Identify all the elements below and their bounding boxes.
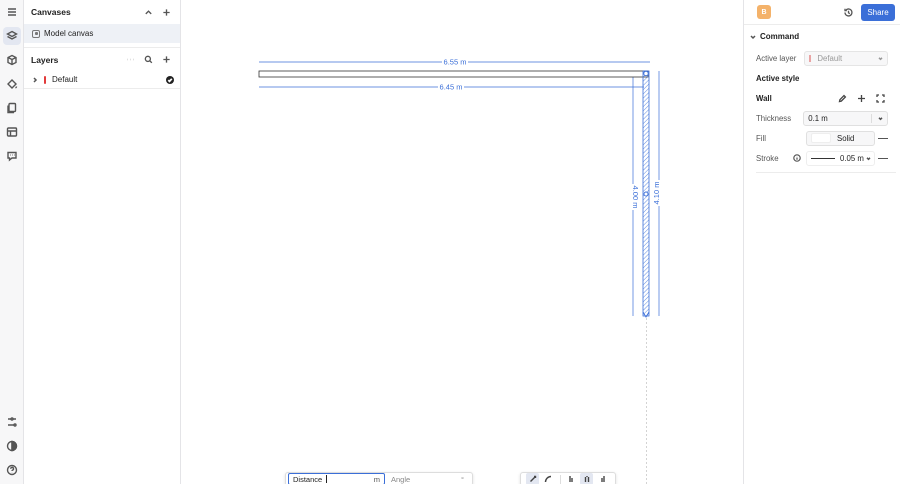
drawing-toolbar	[520, 472, 616, 484]
chevron-down-icon[interactable]	[878, 114, 883, 123]
canvases-header: Canvases	[24, 0, 180, 24]
wall-endpoint-top	[643, 70, 649, 77]
chevron-down-icon	[878, 54, 883, 63]
arc-tool-icon[interactable]	[541, 473, 554, 484]
right-inner-dimension-label: 4.00 m	[631, 186, 640, 209]
layers-header: Layers	[24, 47, 180, 71]
angle-label: Angle	[391, 474, 411, 484]
angle-unit: °	[461, 474, 464, 484]
fill-label: Fill	[756, 133, 766, 143]
pages-icon[interactable]	[3, 99, 21, 117]
canvas-item-label: Model canvas	[44, 29, 94, 38]
layer-label: Default	[52, 75, 78, 84]
dropdown-divider	[871, 113, 872, 123]
active-layer-value: Default	[817, 53, 843, 63]
chevron-down-icon[interactable]	[748, 34, 758, 40]
add-layer-icon[interactable]	[159, 53, 173, 67]
menu-icon[interactable]	[3, 3, 21, 21]
fill-select[interactable]: Solid	[806, 130, 875, 146]
add-style-icon[interactable]	[853, 91, 869, 105]
thickness-input[interactable]: 0.1 m	[803, 110, 888, 126]
command-title: Command	[760, 32, 800, 41]
fill-color-swatch[interactable]	[811, 133, 831, 143]
thickness-value: 0.1 m	[808, 113, 828, 123]
layer-color-swatch	[44, 75, 46, 84]
active-style-label: Active style	[756, 73, 800, 83]
top-inner-dimension-label: 6.45 m	[440, 83, 463, 92]
chevron-right-icon[interactable]	[30, 76, 40, 83]
canvas-icon	[32, 29, 40, 38]
icon-rail	[0, 0, 24, 484]
active-layer-label: Active layer	[756, 53, 797, 63]
layers-rail-icon[interactable]	[3, 27, 21, 45]
text-caret	[326, 475, 328, 483]
top-bar: B Share	[744, 0, 900, 24]
edit-style-icon[interactable]	[834, 91, 850, 105]
remove-stroke-icon[interactable]	[878, 157, 888, 159]
history-icon[interactable]	[841, 5, 855, 19]
wall-left-icon[interactable]	[565, 473, 578, 484]
stroke-line-preview	[811, 157, 835, 159]
wall-label: Wall	[756, 93, 772, 103]
active-style-row: Active style	[744, 68, 900, 88]
detach-style-icon[interactable]	[872, 91, 888, 105]
canvases-title: Canvases	[31, 7, 71, 17]
angle-input[interactable]: Angle °	[385, 473, 470, 484]
avatar[interactable]: B	[757, 5, 771, 19]
layer-color-swatch	[809, 54, 812, 62]
drawing-canvas[interactable]: 6.55 m 6.45 m 4.00 m 4.10 m	[181, 0, 743, 484]
stroke-select[interactable]: 0.05 m	[806, 150, 875, 166]
command-section-header[interactable]: Command	[744, 24, 900, 48]
top-wall	[258, 70, 649, 78]
left-panel: Canvases Model canvas Layers Default	[24, 0, 181, 484]
comments-icon[interactable]	[3, 147, 21, 165]
canvas-item-model[interactable]: Model canvas	[24, 24, 180, 43]
fill-row: Fill Solid	[744, 128, 900, 148]
wall-drawing[interactable]: 6.55 m 6.45 m 4.00 m 4.10 m	[181, 0, 743, 484]
wall-center-icon[interactable]	[580, 473, 593, 484]
wall-midpoint	[643, 191, 649, 197]
fill-value: Solid	[837, 133, 855, 143]
active-layer-row: Active layer Default	[744, 48, 900, 68]
help-icon[interactable]	[3, 461, 21, 479]
active-layer-select[interactable]: Default	[804, 50, 888, 66]
toolbar-divider	[560, 474, 561, 484]
line-tool-icon[interactable]	[526, 473, 539, 484]
stroke-value: 0.05 m	[840, 153, 864, 163]
layers-title: Layers	[31, 54, 59, 65]
right-outer-dimension-label: 4.10 m	[652, 182, 661, 205]
wall-right-icon[interactable]	[595, 473, 608, 484]
stroke-label: Stroke	[756, 153, 779, 163]
tools-icon[interactable]	[3, 413, 21, 431]
top-outer-dimension-label: 6.55 m	[444, 58, 467, 67]
share-button[interactable]: Share	[861, 3, 895, 21]
info-icon[interactable]	[792, 153, 802, 163]
remove-fill-icon[interactable]	[878, 137, 888, 139]
cube-icon[interactable]	[3, 51, 21, 69]
table-icon[interactable]	[3, 123, 21, 141]
chevron-up-icon[interactable]	[141, 5, 155, 19]
section-divider	[756, 172, 896, 173]
search-icon[interactable]	[141, 53, 155, 67]
thickness-label: Thickness	[756, 113, 792, 123]
distance-input[interactable]: Distance m	[288, 473, 385, 484]
wall-row: Wall	[744, 88, 900, 108]
contrast-icon[interactable]	[3, 437, 21, 455]
visible-check-icon[interactable]	[166, 75, 174, 84]
distance-unit: m	[373, 474, 380, 484]
distance-angle-bar: Distance m Angle °	[285, 472, 473, 484]
thickness-row: Thickness 0.1 m	[744, 108, 900, 128]
layer-row-default[interactable]: Default	[24, 71, 180, 89]
more-icon[interactable]	[123, 53, 137, 67]
distance-label: Distance	[293, 474, 323, 484]
chevron-down-icon[interactable]	[866, 154, 871, 163]
right-panel: B Share Command Active layer Default Act…	[743, 0, 900, 484]
stroke-row: Stroke 0.05 m	[744, 148, 900, 168]
add-canvas-icon[interactable]	[159, 5, 173, 19]
paint-bucket-icon[interactable]	[3, 75, 21, 93]
